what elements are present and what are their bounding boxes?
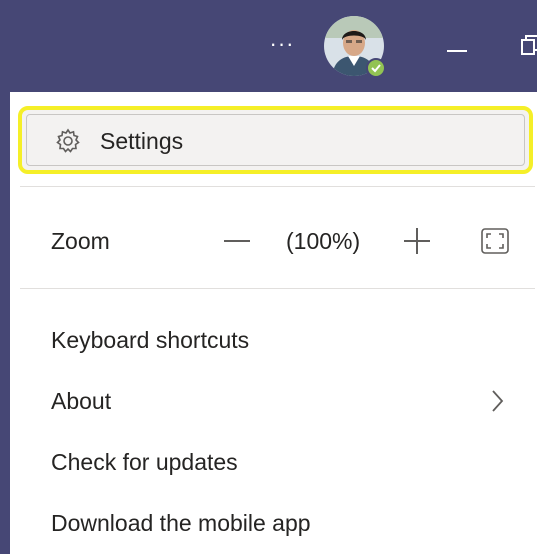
menu-item-label: Keyboard shortcuts xyxy=(51,327,250,353)
app-rail-edge xyxy=(0,92,10,554)
fullscreen-icon[interactable] xyxy=(480,227,510,255)
menu-item-label: Check for updates xyxy=(51,449,238,475)
menu-item-label: Download the mobile app xyxy=(51,510,311,536)
minimize-window-button[interactable] xyxy=(442,30,472,60)
zoom-out-button[interactable] xyxy=(220,224,256,258)
check-for-updates-menu-item[interactable]: Check for updates xyxy=(10,435,537,491)
presence-available-icon xyxy=(366,58,386,78)
settings-dropdown-menu: Settings Zoom (100%) Keyboard shortcuts … xyxy=(10,96,537,554)
more-options-button[interactable]: ··· xyxy=(262,22,302,66)
gear-icon xyxy=(56,128,80,153)
zoom-level: (100%) xyxy=(286,228,361,254)
title-bar: ··· xyxy=(0,0,537,92)
menu-divider xyxy=(20,186,535,187)
keyboard-shortcuts-menu-item[interactable]: Keyboard shortcuts xyxy=(10,313,537,369)
about-menu-item[interactable]: About xyxy=(10,374,537,430)
zoom-in-button[interactable] xyxy=(400,224,436,258)
restore-icon xyxy=(521,35,537,55)
avatar[interactable] xyxy=(324,16,386,78)
download-mobile-app-menu-item[interactable]: Download the mobile app xyxy=(10,496,537,552)
chevron-right-icon xyxy=(492,390,504,412)
settings-menu-item[interactable]: Settings xyxy=(18,106,533,174)
menu-divider xyxy=(20,288,535,289)
zoom-label: Zoom xyxy=(51,228,110,254)
menu-item-label: About xyxy=(51,388,112,414)
settings-label: Settings xyxy=(100,128,184,154)
restore-window-button[interactable] xyxy=(516,30,537,60)
